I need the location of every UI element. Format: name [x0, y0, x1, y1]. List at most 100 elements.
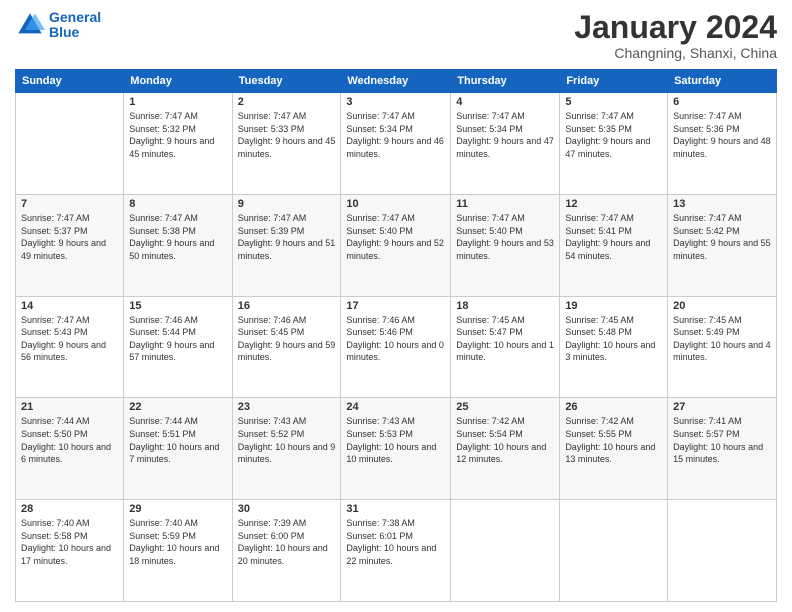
day-info: Sunrise: 7:47 AMSunset: 5:35 PMDaylight:… — [565, 110, 662, 160]
day-number: 18 — [456, 300, 554, 312]
calendar-cell: 13Sunrise: 7:47 AMSunset: 5:42 PMDayligh… — [668, 194, 777, 296]
day-number: 22 — [129, 401, 226, 413]
logo-text: General Blue — [49, 10, 101, 41]
day-info: Sunrise: 7:42 AMSunset: 5:55 PMDaylight:… — [565, 415, 662, 465]
day-number: 28 — [21, 503, 118, 515]
day-number: 11 — [456, 198, 554, 210]
calendar-col-thursday: Thursday — [451, 70, 560, 93]
day-info: Sunrise: 7:47 AMSunset: 5:34 PMDaylight:… — [346, 110, 445, 160]
calendar-cell: 9 Sunrise: 7:47 AMSunset: 5:39 PMDaylight… — [232, 194, 341, 296]
day-number: 17 — [346, 300, 445, 312]
calendar-col-saturday: Saturday — [668, 70, 777, 93]
day-number: 8 — [129, 198, 226, 210]
calendar-cell — [668, 500, 777, 602]
day-info: Sunrise: 7:43 AMSunset: 5:52 PMDaylight:… — [238, 415, 336, 465]
day-info: Sunrise: 7:44 AMSunset: 5:51 PMDaylight:… — [129, 415, 226, 465]
calendar-table: SundayMondayTuesdayWednesdayThursdayFrid… — [15, 69, 777, 602]
calendar-col-tuesday: Tuesday — [232, 70, 341, 93]
day-info: Sunrise: 7:45 AMSunset: 5:47 PMDaylight:… — [456, 314, 554, 364]
day-info: Sunrise: 7:46 AMSunset: 5:44 PMDaylight:… — [129, 314, 226, 364]
calendar-week-3: 14 Sunrise: 7:47 AMSunset: 5:43 PMDayligh… — [16, 296, 777, 398]
day-number: 26 — [565, 401, 662, 413]
day-number: 30 — [238, 503, 336, 515]
day-number: 23 — [238, 401, 336, 413]
day-info: Sunrise: 7:41 AMSunset: 5:57 PMDaylight:… — [673, 415, 771, 465]
calendar-cell: 16 Sunrise: 7:46 AMSunset: 5:45 PMDayligh… — [232, 296, 341, 398]
calendar-cell — [16, 93, 124, 195]
calendar-cell: 24Sunrise: 7:43 AMSunset: 5:53 PMDayligh… — [341, 398, 451, 500]
calendar-cell: 4 Sunrise: 7:47 AMSunset: 5:34 PMDaylight… — [451, 93, 560, 195]
day-number: 14 — [21, 300, 118, 312]
calendar-cell: 25Sunrise: 7:42 AMSunset: 5:54 PMDayligh… — [451, 398, 560, 500]
calendar-col-sunday: Sunday — [16, 70, 124, 93]
subtitle: Changning, Shanxi, China — [574, 45, 777, 61]
day-info: Sunrise: 7:47 AMSunset: 5:39 PMDaylight:… — [238, 212, 336, 262]
day-info: Sunrise: 7:40 AMSunset: 5:58 PMDaylight:… — [21, 517, 118, 567]
calendar-cell: 5 Sunrise: 7:47 AMSunset: 5:35 PMDaylight… — [560, 93, 668, 195]
day-info: Sunrise: 7:44 AMSunset: 5:50 PMDaylight:… — [21, 415, 118, 465]
day-info: Sunrise: 7:47 AMSunset: 5:37 PMDaylight:… — [21, 212, 118, 262]
day-number: 16 — [238, 300, 336, 312]
day-info: Sunrise: 7:39 AMSunset: 6:00 PMDaylight:… — [238, 517, 336, 567]
calendar-cell — [560, 500, 668, 602]
day-info: Sunrise: 7:47 AMSunset: 5:38 PMDaylight:… — [129, 212, 226, 262]
main-title: January 2024 — [574, 10, 777, 45]
day-number: 6 — [673, 96, 771, 108]
calendar-cell: 26 Sunrise: 7:42 AMSunset: 5:55 PMDayligh… — [560, 398, 668, 500]
calendar-cell: 7Sunrise: 7:47 AMSunset: 5:37 PMDaylight… — [16, 194, 124, 296]
day-info: Sunrise: 7:47 AMSunset: 5:33 PMDaylight:… — [238, 110, 336, 160]
day-info: Sunrise: 7:40 AMSunset: 5:59 PMDaylight:… — [129, 517, 226, 567]
day-number: 5 — [565, 96, 662, 108]
day-info: Sunrise: 7:47 AMSunset: 5:40 PMDaylight:… — [456, 212, 554, 262]
title-area: January 2024 Changning, Shanxi, China — [574, 10, 777, 61]
day-number: 15 — [129, 300, 226, 312]
day-number: 29 — [129, 503, 226, 515]
calendar-cell: 1Sunrise: 7:47 AMSunset: 5:32 PMDaylight… — [124, 93, 232, 195]
day-number: 4 — [456, 96, 554, 108]
day-info: Sunrise: 7:47 AMSunset: 5:36 PMDaylight:… — [673, 110, 771, 160]
calendar-cell: 23 Sunrise: 7:43 AMSunset: 5:52 PMDayligh… — [232, 398, 341, 500]
calendar-cell: 21 Sunrise: 7:44 AMSunset: 5:50 PMDayligh… — [16, 398, 124, 500]
calendar-cell: 17 Sunrise: 7:46 AMSunset: 5:46 PMDayligh… — [341, 296, 451, 398]
calendar-week-5: 28 Sunrise: 7:40 AMSunset: 5:58 PMDayligh… — [16, 500, 777, 602]
day-info: Sunrise: 7:38 AMSunset: 6:01 PMDaylight:… — [346, 517, 445, 567]
day-number: 20 — [673, 300, 771, 312]
calendar-cell: 6 Sunrise: 7:47 AMSunset: 5:36 PMDaylight… — [668, 93, 777, 195]
day-info: Sunrise: 7:47 AMSunset: 5:40 PMDaylight:… — [346, 212, 445, 262]
day-info: Sunrise: 7:46 AMSunset: 5:46 PMDaylight:… — [346, 314, 445, 364]
calendar-header-row: SundayMondayTuesdayWednesdayThursdayFrid… — [16, 70, 777, 93]
day-info: Sunrise: 7:47 AMSunset: 5:34 PMDaylight:… — [456, 110, 554, 160]
day-number: 10 — [346, 198, 445, 210]
day-info: Sunrise: 7:45 AMSunset: 5:48 PMDaylight:… — [565, 314, 662, 364]
calendar-cell: 15 Sunrise: 7:46 AMSunset: 5:44 PMDayligh… — [124, 296, 232, 398]
day-number: 31 — [346, 503, 445, 515]
day-number: 13 — [673, 198, 771, 210]
calendar-cell: 31 Sunrise: 7:38 AMSunset: 6:01 PMDayligh… — [341, 500, 451, 602]
page: General Blue January 2024 Changning, Sha… — [0, 0, 792, 612]
day-number: 21 — [21, 401, 118, 413]
day-number: 2 — [238, 96, 336, 108]
day-number: 9 — [238, 198, 336, 210]
calendar-cell — [451, 500, 560, 602]
day-number: 1 — [129, 96, 226, 108]
day-info: Sunrise: 7:46 AMSunset: 5:45 PMDaylight:… — [238, 314, 336, 364]
day-info: Sunrise: 7:42 AMSunset: 5:54 PMDaylight:… — [456, 415, 554, 465]
logo-icon — [15, 10, 45, 40]
calendar-cell: 19 Sunrise: 7:45 AMSunset: 5:48 PMDayligh… — [560, 296, 668, 398]
calendar-cell: 22 Sunrise: 7:44 AMSunset: 5:51 PMDayligh… — [124, 398, 232, 500]
day-info: Sunrise: 7:47 AMSunset: 5:43 PMDaylight:… — [21, 314, 118, 364]
calendar-cell: 29 Sunrise: 7:40 AMSunset: 5:59 PMDayligh… — [124, 500, 232, 602]
calendar-cell: 8 Sunrise: 7:47 AMSunset: 5:38 PMDaylight… — [124, 194, 232, 296]
calendar-col-friday: Friday — [560, 70, 668, 93]
calendar-cell: 11 Sunrise: 7:47 AMSunset: 5:40 PMDayligh… — [451, 194, 560, 296]
calendar-cell: 3Sunrise: 7:47 AMSunset: 5:34 PMDaylight… — [341, 93, 451, 195]
calendar-cell: 10 Sunrise: 7:47 AMSunset: 5:40 PMDayligh… — [341, 194, 451, 296]
calendar-cell: 30 Sunrise: 7:39 AMSunset: 6:00 PMDayligh… — [232, 500, 341, 602]
calendar-cell: 18 Sunrise: 7:45 AMSunset: 5:47 PMDayligh… — [451, 296, 560, 398]
day-number: 12 — [565, 198, 662, 210]
header: General Blue January 2024 Changning, Sha… — [15, 10, 777, 61]
day-number: 19 — [565, 300, 662, 312]
calendar-cell: 14 Sunrise: 7:47 AMSunset: 5:43 PMDayligh… — [16, 296, 124, 398]
calendar-cell: 12Sunrise: 7:47 AMSunset: 5:41 PMDayligh… — [560, 194, 668, 296]
logo: General Blue — [15, 10, 101, 41]
